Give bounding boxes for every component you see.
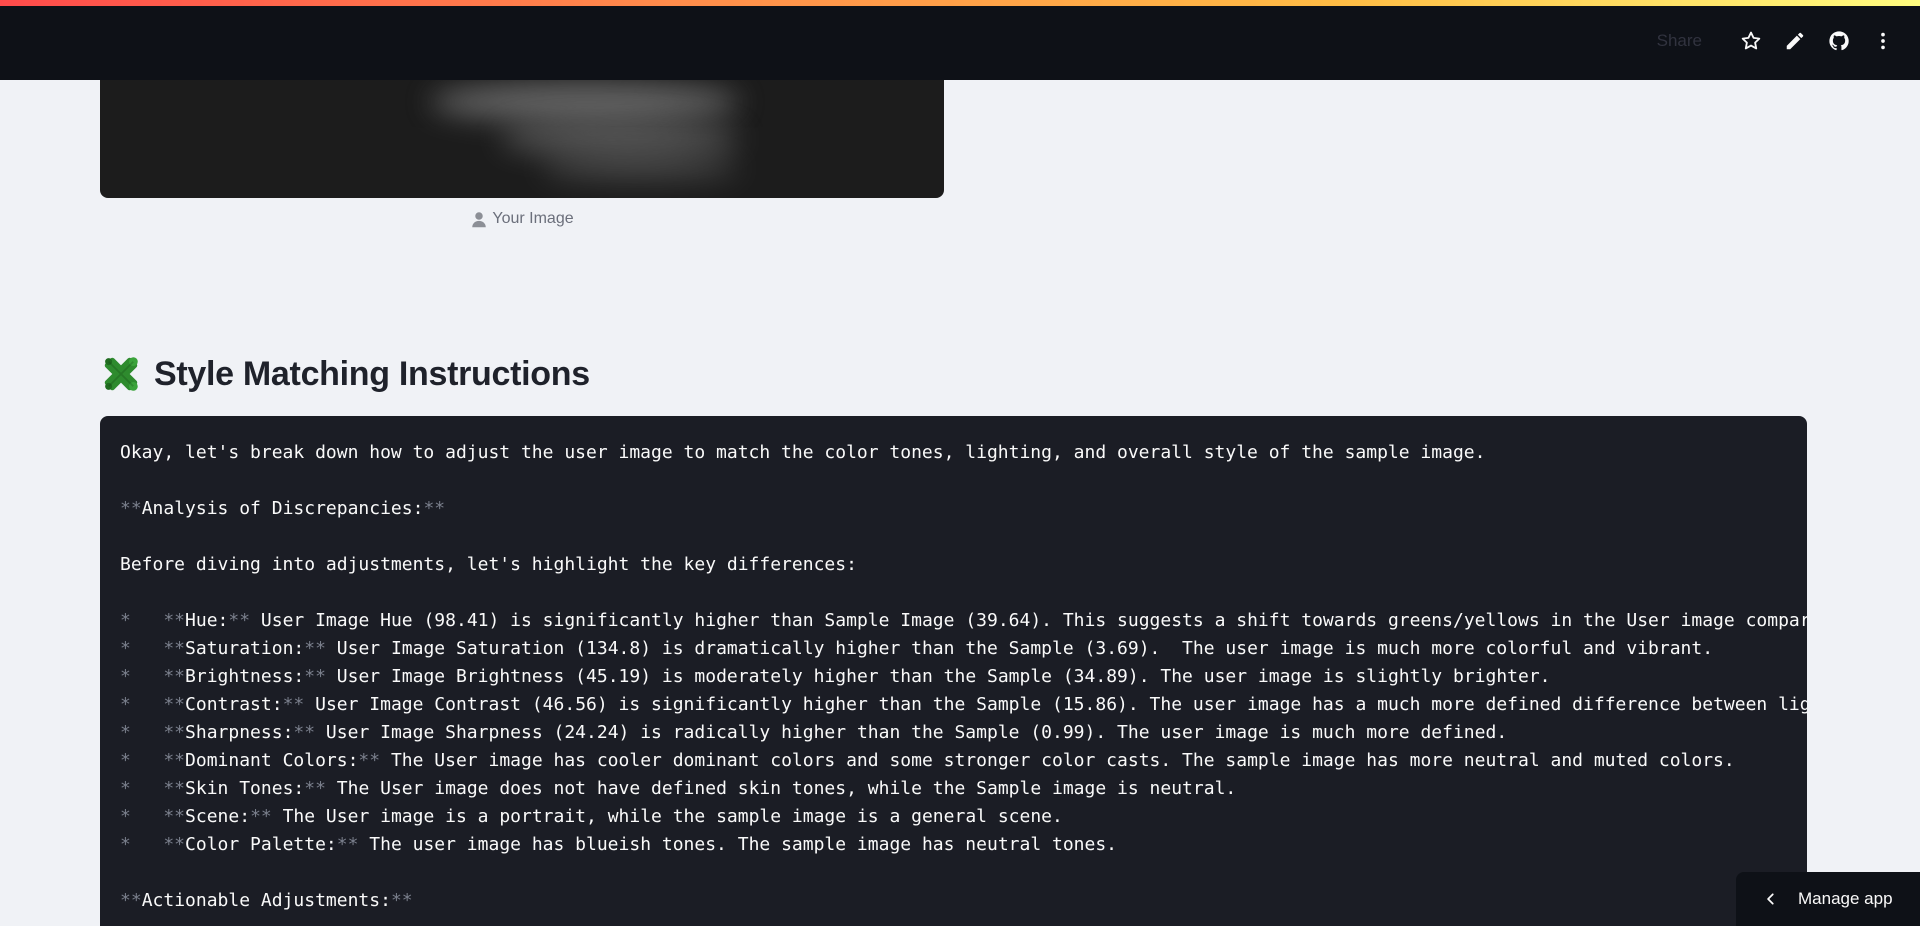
header-decoration-stripe	[0, 0, 1920, 6]
list-item: * **Color Palette:** The user image has …	[120, 831, 1787, 859]
chevron-left-icon	[1767, 893, 1774, 905]
image-caption-text: Your Image	[492, 210, 574, 227]
analysis-heading: **Analysis of Discrepancies:**	[120, 495, 1787, 523]
bold-marker: **	[282, 694, 305, 715]
list-item-text: User Image Sharpness (24.24) is radicall…	[315, 722, 1508, 743]
app-header: Share	[0, 0, 1920, 80]
bullet-marker: * **	[120, 834, 186, 855]
bold-marker: **	[293, 722, 316, 743]
pencil-icon	[1786, 32, 1804, 50]
list-item-text: The User image is a portrait, while the …	[271, 806, 1063, 827]
intro-line: Okay, let's break down how to adjust the…	[120, 442, 1486, 463]
list-item: * **Brightness:** User Image Brightness …	[120, 663, 1787, 691]
bold-marker: **	[120, 890, 142, 911]
list-item-text: User Image Contrast (46.56) is significa…	[304, 694, 1807, 715]
list-item-text: User Image Saturation (134.8) is dramati…	[325, 638, 1714, 659]
list-item: * **Skin Tones:** The User image does no…	[120, 775, 1787, 803]
bold-marker: **	[423, 498, 446, 519]
github-icon	[1829, 31, 1849, 51]
list-item-text: The user image has blueish tones. The sa…	[358, 834, 1118, 855]
github-button[interactable]	[1822, 24, 1856, 58]
bold-marker: **	[390, 890, 413, 911]
bullet-marker: * **	[120, 638, 186, 659]
edit-button[interactable]	[1778, 24, 1812, 58]
actionable-heading-text: Actionable Adjustments:	[141, 890, 391, 911]
bullet-marker: * **	[120, 806, 186, 827]
list-item: * **Saturation:** User Image Saturation …	[120, 635, 1787, 663]
bold-marker: **	[304, 778, 326, 799]
bold-marker: **	[304, 638, 326, 659]
bold-marker: **	[336, 834, 359, 855]
bold-marker: **	[228, 610, 251, 631]
bullet-marker: * **	[120, 610, 186, 631]
before-line: Before diving into adjustments, let's hi…	[120, 554, 857, 575]
list-item-label: Sharpness:	[185, 722, 294, 743]
section-title: Style Matching Instructions	[154, 354, 590, 393]
person-icon	[472, 212, 487, 228]
list-item: * **Scene:** The User image is a portrai…	[120, 803, 1787, 831]
list-item-label: Hue:	[185, 610, 229, 631]
list-item-label: Contrast:	[185, 694, 283, 715]
bold-marker: **	[304, 666, 326, 687]
actionable-heading: **Actionable Adjustments:**	[120, 887, 1787, 915]
manage-app-label: Manage app	[1798, 889, 1893, 908]
main-menu-button[interactable]	[1866, 24, 1900, 58]
section-heading: Style Matching Instructions	[100, 352, 590, 396]
list-item-label: Brightness:	[185, 666, 305, 687]
list-item-label: Skin Tones:	[185, 778, 305, 799]
list-item-label: Scene:	[185, 806, 251, 827]
list-item-text: The User image does not have defined ski…	[325, 778, 1237, 799]
bullet-marker: * **	[120, 666, 186, 687]
analysis-heading-text: Analysis of Discrepancies:	[141, 498, 424, 519]
list-item-label: Dominant Colors:	[185, 750, 359, 771]
image-content-blur	[540, 155, 740, 181]
more-vert-icon	[1881, 32, 1885, 50]
star-button[interactable]	[1734, 24, 1768, 58]
list-item: * **Contrast:** User Image Contrast (46.…	[120, 691, 1807, 719]
bullet-marker: * **	[120, 722, 186, 743]
puzzle-piece-icon	[104, 357, 138, 391]
bold-marker: **	[250, 806, 272, 827]
bullet-marker: * **	[120, 778, 186, 799]
image-content-blur	[430, 82, 740, 122]
image-content-blur	[500, 122, 740, 156]
list-item-text: The User image has cooler dominant color…	[380, 750, 1735, 771]
instructions-code-block[interactable]: Okay, let's break down how to adjust the…	[100, 416, 1807, 926]
user-image	[100, 80, 944, 198]
bullet-marker: * **	[120, 750, 186, 771]
bold-marker: **	[120, 498, 142, 519]
header-actions: Share	[1657, 24, 1900, 58]
list-item-text: User Image Brightness (45.19) is moderat…	[325, 666, 1551, 687]
star-icon	[1741, 31, 1761, 50]
list-item-label: Color Palette:	[185, 834, 337, 855]
list-item: * **Hue:** User Image Hue (98.41) is sig…	[120, 607, 1807, 635]
bullet-marker: * **	[120, 694, 186, 715]
manage-app-button[interactable]: Manage app	[1736, 872, 1920, 926]
image-caption: Your Image	[100, 210, 944, 228]
bold-marker: **	[358, 750, 381, 771]
list-item: * **Sharpness:** User Image Sharpness (2…	[120, 719, 1787, 747]
list-item: * **Dominant Colors:** The User image ha…	[120, 747, 1787, 775]
list-item-label: Saturation:	[185, 638, 305, 659]
share-button[interactable]: Share	[1657, 31, 1702, 51]
list-item-text: User Image Hue (98.41) is significantly …	[250, 610, 1807, 631]
